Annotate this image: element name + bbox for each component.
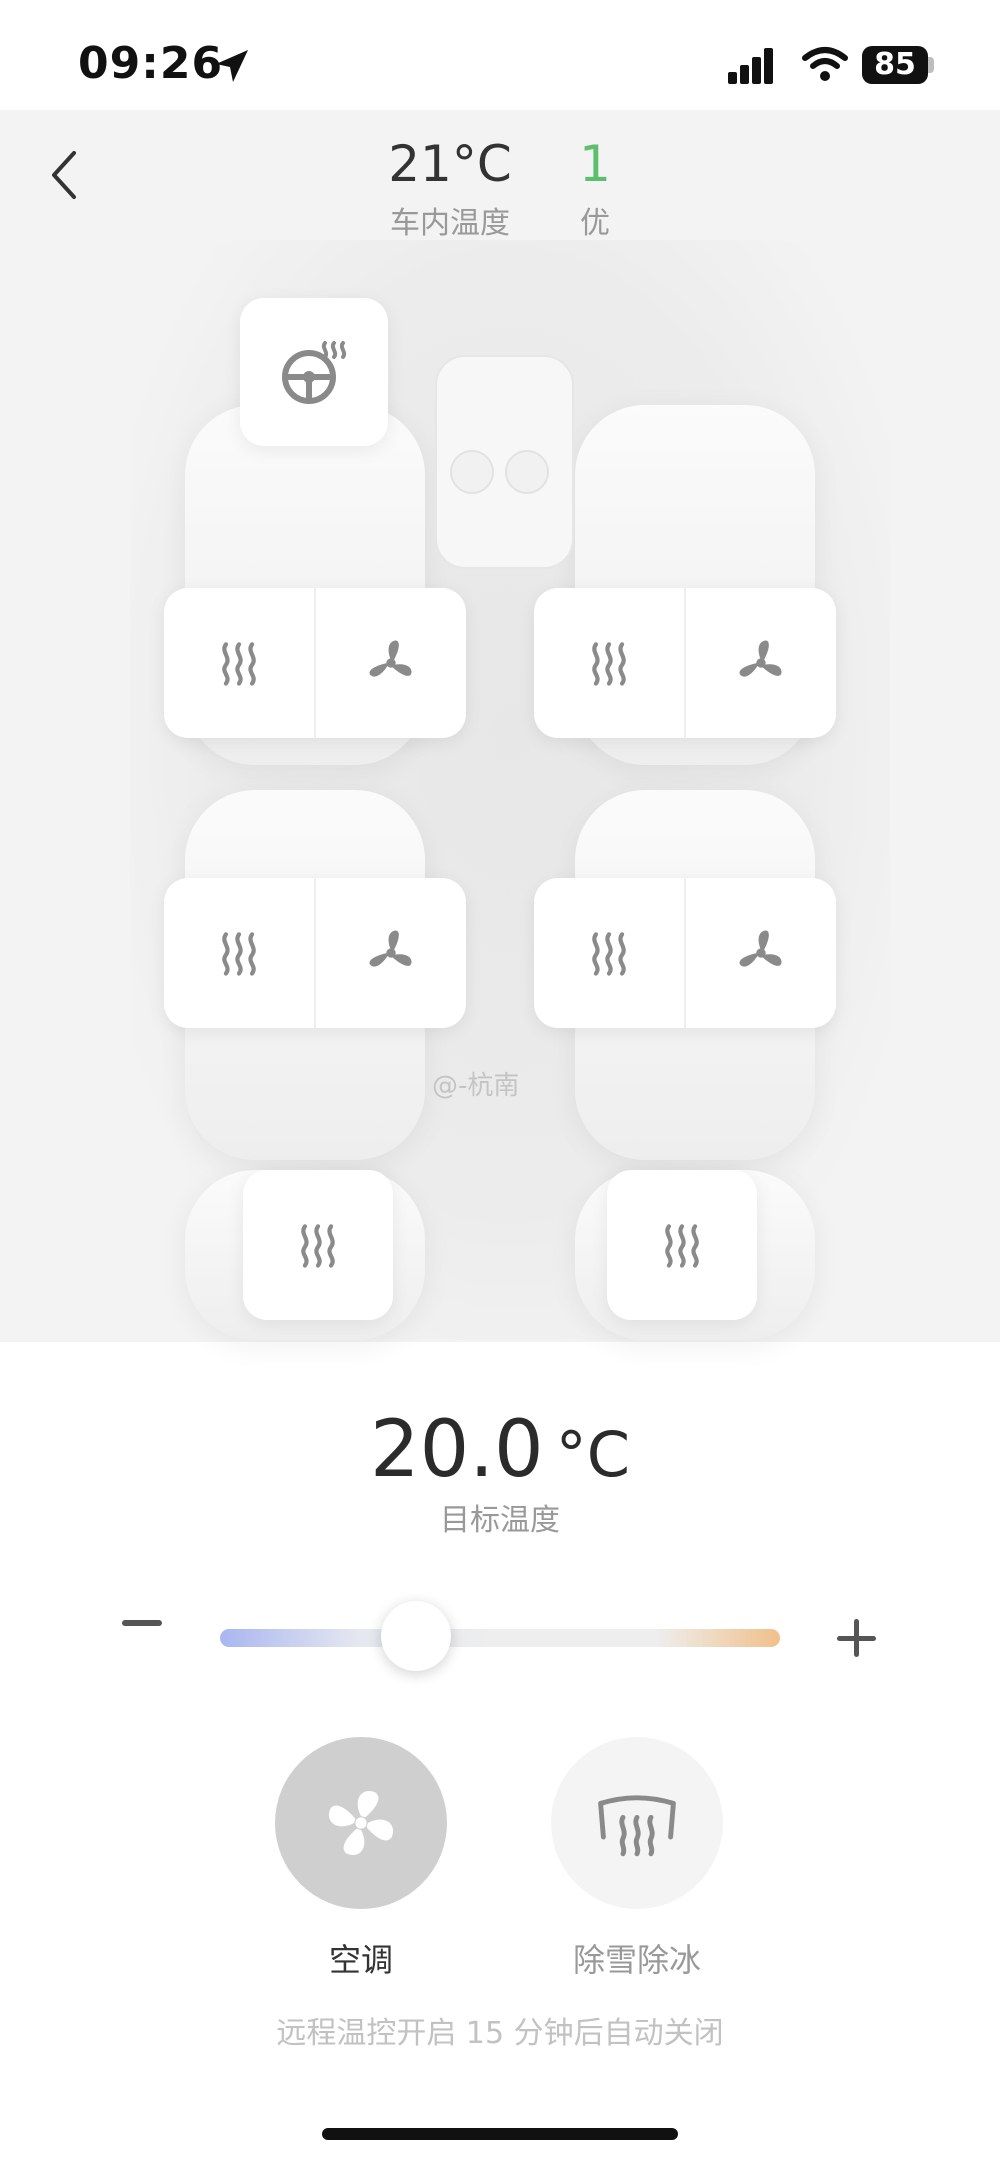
rear-left-seat-vent-button[interactable] xyxy=(314,878,466,1028)
battery-tip xyxy=(928,57,934,73)
front-left-seat-heat-button[interactable] xyxy=(164,588,314,738)
cellular-signal-icon xyxy=(728,48,773,84)
target-temperature-value: 20.0 xyxy=(370,1405,544,1495)
ac-button[interactable] xyxy=(275,1737,447,1909)
home-indicator[interactable] xyxy=(322,2128,678,2140)
target-temperature-unit: °C xyxy=(555,1418,630,1491)
auto-off-note: 远程温控开启 15 分钟后自动关闭 xyxy=(276,2016,724,2051)
front-right-seat-vent-button[interactable] xyxy=(684,588,836,738)
cabin-temperature: 21°C xyxy=(388,135,512,193)
status-time: 09:26 xyxy=(78,38,224,89)
defrost-icon xyxy=(598,1795,676,1857)
ac-fan-icon xyxy=(328,1790,394,1856)
seat-heat-icon xyxy=(290,1217,346,1273)
seat-fan-icon xyxy=(733,925,789,981)
location-arrow-icon xyxy=(216,50,248,82)
third-row-left-seat-heat-button[interactable] xyxy=(243,1170,393,1320)
cup-holder xyxy=(505,450,549,494)
air-quality-label: 优 xyxy=(580,206,610,241)
seat-heat-icon xyxy=(654,1217,710,1273)
front-left-seat-controls xyxy=(164,588,466,738)
seat-fan-icon xyxy=(363,925,419,981)
battery-level: 85 xyxy=(862,46,928,84)
air-quality-value: 1 xyxy=(579,135,611,193)
rear-right-seat-vent-button[interactable] xyxy=(684,878,836,1028)
front-right-seat-heat-button[interactable] xyxy=(534,588,684,738)
defrost-label: 除雪除冰 xyxy=(572,1941,701,1979)
third-row-right-seat-heat-button[interactable] xyxy=(607,1170,757,1320)
wifi-icon xyxy=(802,47,848,81)
back-button[interactable] xyxy=(40,145,90,205)
seat-heat-icon xyxy=(581,635,637,691)
watermark: @-杭南 xyxy=(432,1071,520,1101)
decrease-temperature-button[interactable] xyxy=(122,1620,162,1626)
seat-fan-icon xyxy=(733,635,789,691)
seat-heat-icon xyxy=(211,635,267,691)
steering-wheel-heat-icon xyxy=(282,341,347,404)
defrost-button[interactable] xyxy=(551,1737,723,1909)
temperature-slider-track[interactable] xyxy=(220,1629,780,1647)
seat-heat-icon xyxy=(211,925,267,981)
rear-right-seat-controls xyxy=(534,878,836,1028)
target-temperature-label: 目标温度 xyxy=(440,1503,560,1538)
increase-temperature-button-bar[interactable] xyxy=(837,1636,876,1641)
ac-label: 空调 xyxy=(328,1941,393,1979)
cabin-temperature-label: 车内温度 xyxy=(390,206,510,241)
steering-wheel-heat-button[interactable] xyxy=(240,298,388,446)
seat-heat-icon xyxy=(581,925,637,981)
temperature-slider-thumb[interactable] xyxy=(381,1601,451,1671)
cup-holder xyxy=(450,450,494,494)
front-right-seat-controls xyxy=(534,588,836,738)
rear-left-seat-controls xyxy=(164,878,466,1028)
target-temperature: 20.0 °C xyxy=(0,1405,1000,1495)
rear-right-seat-heat-button[interactable] xyxy=(534,878,684,1028)
seat-fan-icon xyxy=(363,635,419,691)
front-left-seat-vent-button[interactable] xyxy=(314,588,466,738)
rear-left-seat-heat-button[interactable] xyxy=(164,878,314,1028)
